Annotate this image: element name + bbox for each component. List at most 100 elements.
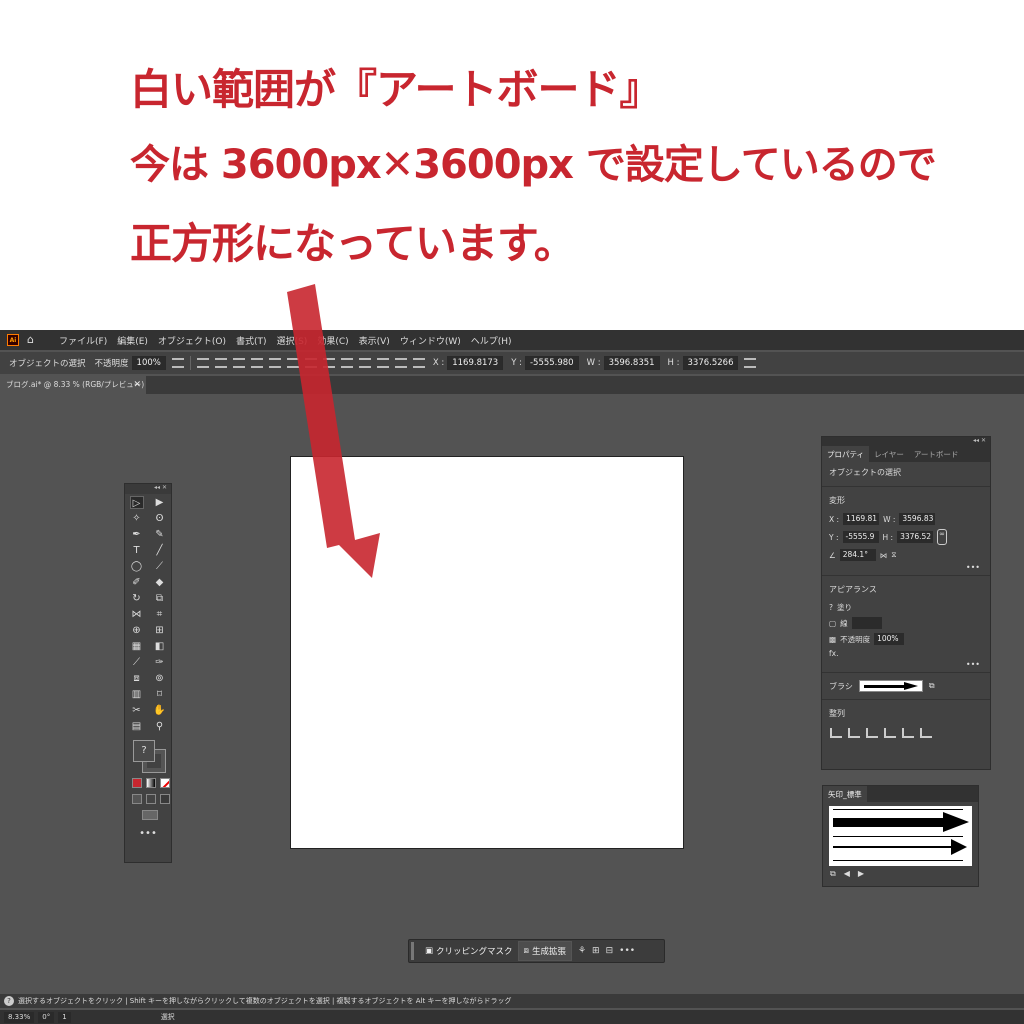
shape-builder-tool-icon[interactable]: ⊕ — [130, 624, 144, 637]
fx-label[interactable]: fx. — [829, 649, 838, 658]
brush-item[interactable] — [833, 812, 969, 832]
more-options-icon[interactable]: ••• — [619, 946, 635, 956]
y-field[interactable]: -5555.9 — [842, 531, 879, 543]
edit-toolbar-icon[interactable]: ••• — [125, 828, 171, 839]
mesh-tool-icon[interactable]: ▦ — [130, 640, 144, 653]
distribute-left-icon[interactable] — [358, 358, 371, 368]
recolor-icon[interactable]: ⚘ — [578, 946, 586, 956]
document-tab[interactable]: ブログ.ai* @ 8.33 % (RGB/プレビュー) ✕ — [0, 376, 146, 394]
distribute-top-icon[interactable] — [304, 358, 317, 368]
color-mode-swatch[interactable] — [132, 778, 142, 788]
brush-preview[interactable] — [858, 680, 923, 692]
help-icon[interactable]: ? — [4, 996, 14, 1006]
align-middle-icon[interactable] — [268, 358, 281, 368]
menu-effect[interactable]: 効果(C) — [317, 334, 348, 347]
x-field[interactable]: 1169.81 — [843, 513, 880, 525]
library-menu-icon[interactable]: ⧉ — [830, 869, 836, 879]
flip-vertical-icon[interactable]: ⧖ — [891, 550, 896, 560]
more-options-icon[interactable]: ••• — [822, 660, 990, 669]
lasso-tool-icon[interactable]: ʘ — [153, 512, 167, 525]
screen-mode-icon[interactable] — [142, 810, 158, 820]
x-field[interactable]: 1169.8173 — [447, 356, 504, 370]
distribute-middle-icon[interactable] — [322, 358, 335, 368]
recolor-icon[interactable] — [171, 358, 184, 368]
align-bottom-icon[interactable] — [920, 728, 932, 738]
w-field[interactable]: 3596.83 — [899, 513, 936, 525]
h-field[interactable]: 3376.52 — [897, 531, 934, 543]
brush-item[interactable] — [833, 839, 967, 855]
measure-tool-icon[interactable]: ✑ — [153, 656, 167, 669]
align-left-icon[interactable] — [196, 358, 209, 368]
fill-unknown-icon[interactable]: ? — [829, 603, 833, 612]
gradient-tool-icon[interactable]: ◧ — [153, 640, 167, 653]
zoom-field[interactable]: 8.33% — [4, 1011, 35, 1023]
brush-item[interactable] — [833, 860, 963, 861]
align-middle-icon[interactable] — [902, 728, 914, 738]
menu-view[interactable]: 表示(V) — [359, 334, 390, 347]
y-field[interactable]: -5555.980 — [524, 356, 579, 370]
shaper-tool-icon[interactable]: ✐ — [130, 576, 144, 589]
brush-list[interactable] — [829, 806, 972, 866]
gradient-mode-swatch[interactable] — [146, 778, 156, 788]
free-transform-tool-icon[interactable]: ⌗ — [153, 608, 167, 621]
rotate-tool-icon[interactable]: ↻ — [130, 592, 144, 605]
ellipse-tool-icon[interactable]: ◯ — [130, 560, 144, 573]
align-top-icon[interactable] — [250, 358, 263, 368]
close-icon[interactable]: ✕ — [133, 376, 141, 394]
artboard-tool-icon[interactable]: ⌑ — [153, 688, 167, 701]
angle-field[interactable]: 284.1° — [839, 549, 876, 561]
arrange-icon[interactable]: ⊞ — [592, 946, 600, 956]
curvature-tool-icon[interactable]: ✎ — [153, 528, 167, 541]
tool-mode-label[interactable]: 選択 — [161, 1012, 175, 1022]
draw-inside-icon[interactable] — [160, 794, 170, 804]
tab-layers[interactable]: レイヤー — [869, 446, 909, 462]
more-options-icon[interactable]: ••• — [822, 563, 990, 572]
generative-expand-button[interactable]: ⧈ 生成拡張 — [517, 941, 572, 961]
align-right-icon[interactable] — [232, 358, 245, 368]
align-icon[interactable]: ⊟ — [606, 946, 614, 956]
scale-tool-icon[interactable]: ⧉ — [153, 592, 167, 605]
slice-tool-icon[interactable]: ✂ — [130, 704, 144, 717]
menu-file[interactable]: ファイル(F) — [59, 334, 107, 347]
menu-object[interactable]: オブジェクト(O) — [158, 334, 226, 347]
line-tool-icon[interactable]: ╱ — [153, 544, 167, 557]
flip-horizontal-icon[interactable]: ⋈ — [880, 551, 888, 560]
reference-point-icon[interactable] — [412, 358, 425, 368]
symbol-sprayer-tool-icon[interactable]: ⊚ — [153, 672, 167, 685]
magic-wand-tool-icon[interactable]: ✧ — [130, 512, 144, 525]
distribute-right-icon[interactable] — [394, 358, 407, 368]
blend-tool-icon[interactable]: ⧈ — [130, 672, 144, 685]
tab-arrows[interactable]: 矢印_標準 — [823, 785, 867, 803]
rotation-field[interactable]: 0° — [38, 1011, 55, 1023]
paintbrush-tool-icon[interactable]: ⟋ — [153, 560, 167, 573]
graph-tool-icon[interactable]: ▥ — [130, 688, 144, 701]
constrain-proportions-icon[interactable]: ∞ — [937, 529, 948, 545]
menu-edit[interactable]: 編集(E) — [117, 334, 148, 347]
opacity-field[interactable]: 100% — [131, 356, 166, 370]
stroke-weight-field[interactable] — [851, 617, 882, 629]
opacity-label[interactable]: 不透明度 — [95, 357, 129, 369]
print-tiling-tool-icon[interactable]: ▤ — [130, 720, 144, 733]
align-top-icon[interactable] — [884, 728, 896, 738]
width-tool-icon[interactable]: ⋈ — [130, 608, 144, 621]
menu-type[interactable]: 書式(T) — [236, 334, 267, 347]
draw-normal-icon[interactable] — [132, 794, 142, 804]
artboard[interactable] — [290, 456, 684, 849]
artboard-number-field[interactable]: 1 — [58, 1011, 71, 1023]
previous-icon[interactable]: ◀ — [844, 869, 850, 879]
tab-artboards[interactable]: アートボード — [909, 446, 964, 462]
transform-icon[interactable] — [744, 358, 757, 368]
perspective-grid-tool-icon[interactable]: ⊞ — [153, 624, 167, 637]
fill-stroke-control[interactable]: ? — [133, 740, 166, 773]
eraser-tool-icon[interactable]: ◆ — [153, 576, 167, 589]
menu-select[interactable]: 選択(S) — [277, 334, 308, 347]
distribute-center-icon[interactable] — [376, 358, 389, 368]
stroke-swatch-icon[interactable]: ▢ — [829, 619, 836, 628]
brush-item[interactable] — [833, 809, 963, 810]
brush-item[interactable] — [833, 836, 963, 837]
eyedropper-tool-icon[interactable]: ⟋ — [130, 656, 144, 669]
draw-behind-icon[interactable] — [146, 794, 156, 804]
opacity-icon[interactable]: ▩ — [829, 635, 836, 644]
type-tool-icon[interactable]: T — [130, 544, 144, 557]
menu-help[interactable]: ヘルプ(H) — [471, 334, 512, 347]
